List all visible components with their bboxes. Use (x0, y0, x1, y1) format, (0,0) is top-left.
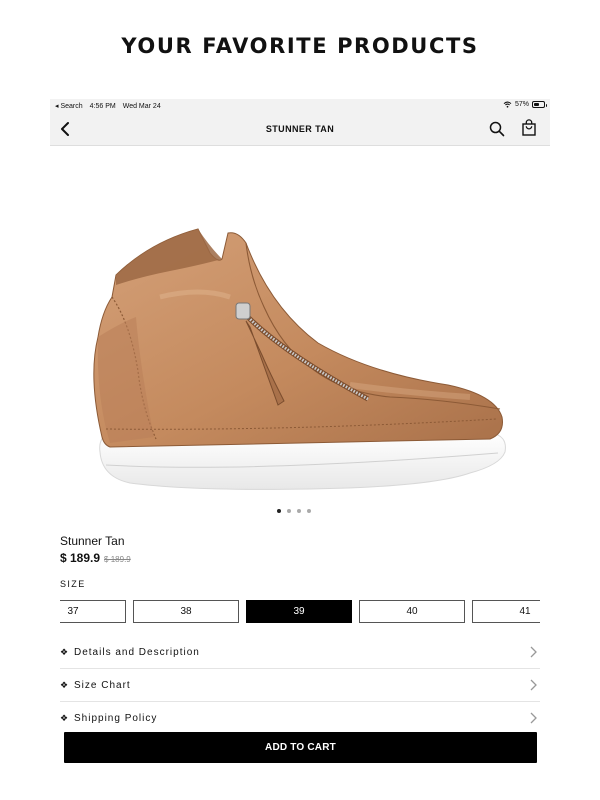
navigation-bar: STUNNER TAN (50, 113, 550, 146)
shopping-bag-icon[interactable] (520, 119, 538, 137)
diamond-bullet-icon: ❖ (60, 713, 69, 723)
device-screen: ◂ Search 4:56 PM Wed Mar 24 57% STUNNER … (50, 99, 550, 800)
accordion-details[interactable]: ❖ Details and Description (60, 637, 540, 669)
chevron-right-icon (530, 646, 537, 658)
size-option[interactable]: 40 (359, 600, 465, 623)
size-option[interactable]: 38 (133, 600, 239, 623)
size-option[interactable]: 41 (472, 600, 540, 623)
size-selector: 37 38 39 40 41 (60, 600, 540, 624)
pagination-dot[interactable] (307, 509, 311, 513)
pagination-dot[interactable] (287, 509, 291, 513)
back-to-app-link[interactable]: ◂ Search (55, 102, 83, 110)
battery-percent: 57% (514, 101, 529, 108)
size-option[interactable]: 37 (60, 600, 126, 623)
product-old-price: $ 189.9 (104, 555, 131, 564)
price-row: $ 189.9 $ 189.9 (60, 551, 131, 565)
image-pagination-dots (277, 509, 311, 513)
chevron-right-icon (530, 679, 537, 691)
chevron-right-icon (530, 712, 537, 724)
accordion-label: Shipping Policy (74, 713, 158, 724)
search-icon[interactable] (488, 120, 506, 138)
accordion-size-chart[interactable]: ❖ Size Chart (60, 670, 540, 702)
product-price: $ 189.9 (60, 551, 101, 565)
pagination-dot[interactable] (297, 509, 301, 513)
accordion-label: Details and Description (74, 647, 200, 658)
promo-headline: YOUR FAVORITE PRODUCTS (121, 34, 479, 58)
pagination-dot[interactable] (277, 509, 281, 513)
product-image[interactable] (50, 147, 550, 519)
status-date: Wed Mar 24 (122, 102, 161, 110)
status-bar: ◂ Search 4:56 PM Wed Mar 24 57% (50, 99, 550, 113)
accordion-label: Size Chart (74, 680, 131, 691)
status-time: 4:56 PM (89, 102, 116, 110)
product-name: Stunner Tan (60, 534, 125, 548)
battery-icon (532, 101, 547, 108)
diamond-bullet-icon: ❖ (60, 680, 69, 690)
wifi-icon (503, 101, 512, 108)
diamond-bullet-icon: ❖ (60, 647, 69, 657)
accordion-shipping-policy[interactable]: ❖ Shipping Policy (60, 703, 540, 735)
page-title: STUNNER TAN (265, 124, 335, 134)
size-label: SIZE (60, 579, 86, 589)
size-option[interactable]: 39 (246, 600, 352, 623)
add-to-cart-button[interactable]: ADD TO CART (64, 732, 537, 763)
